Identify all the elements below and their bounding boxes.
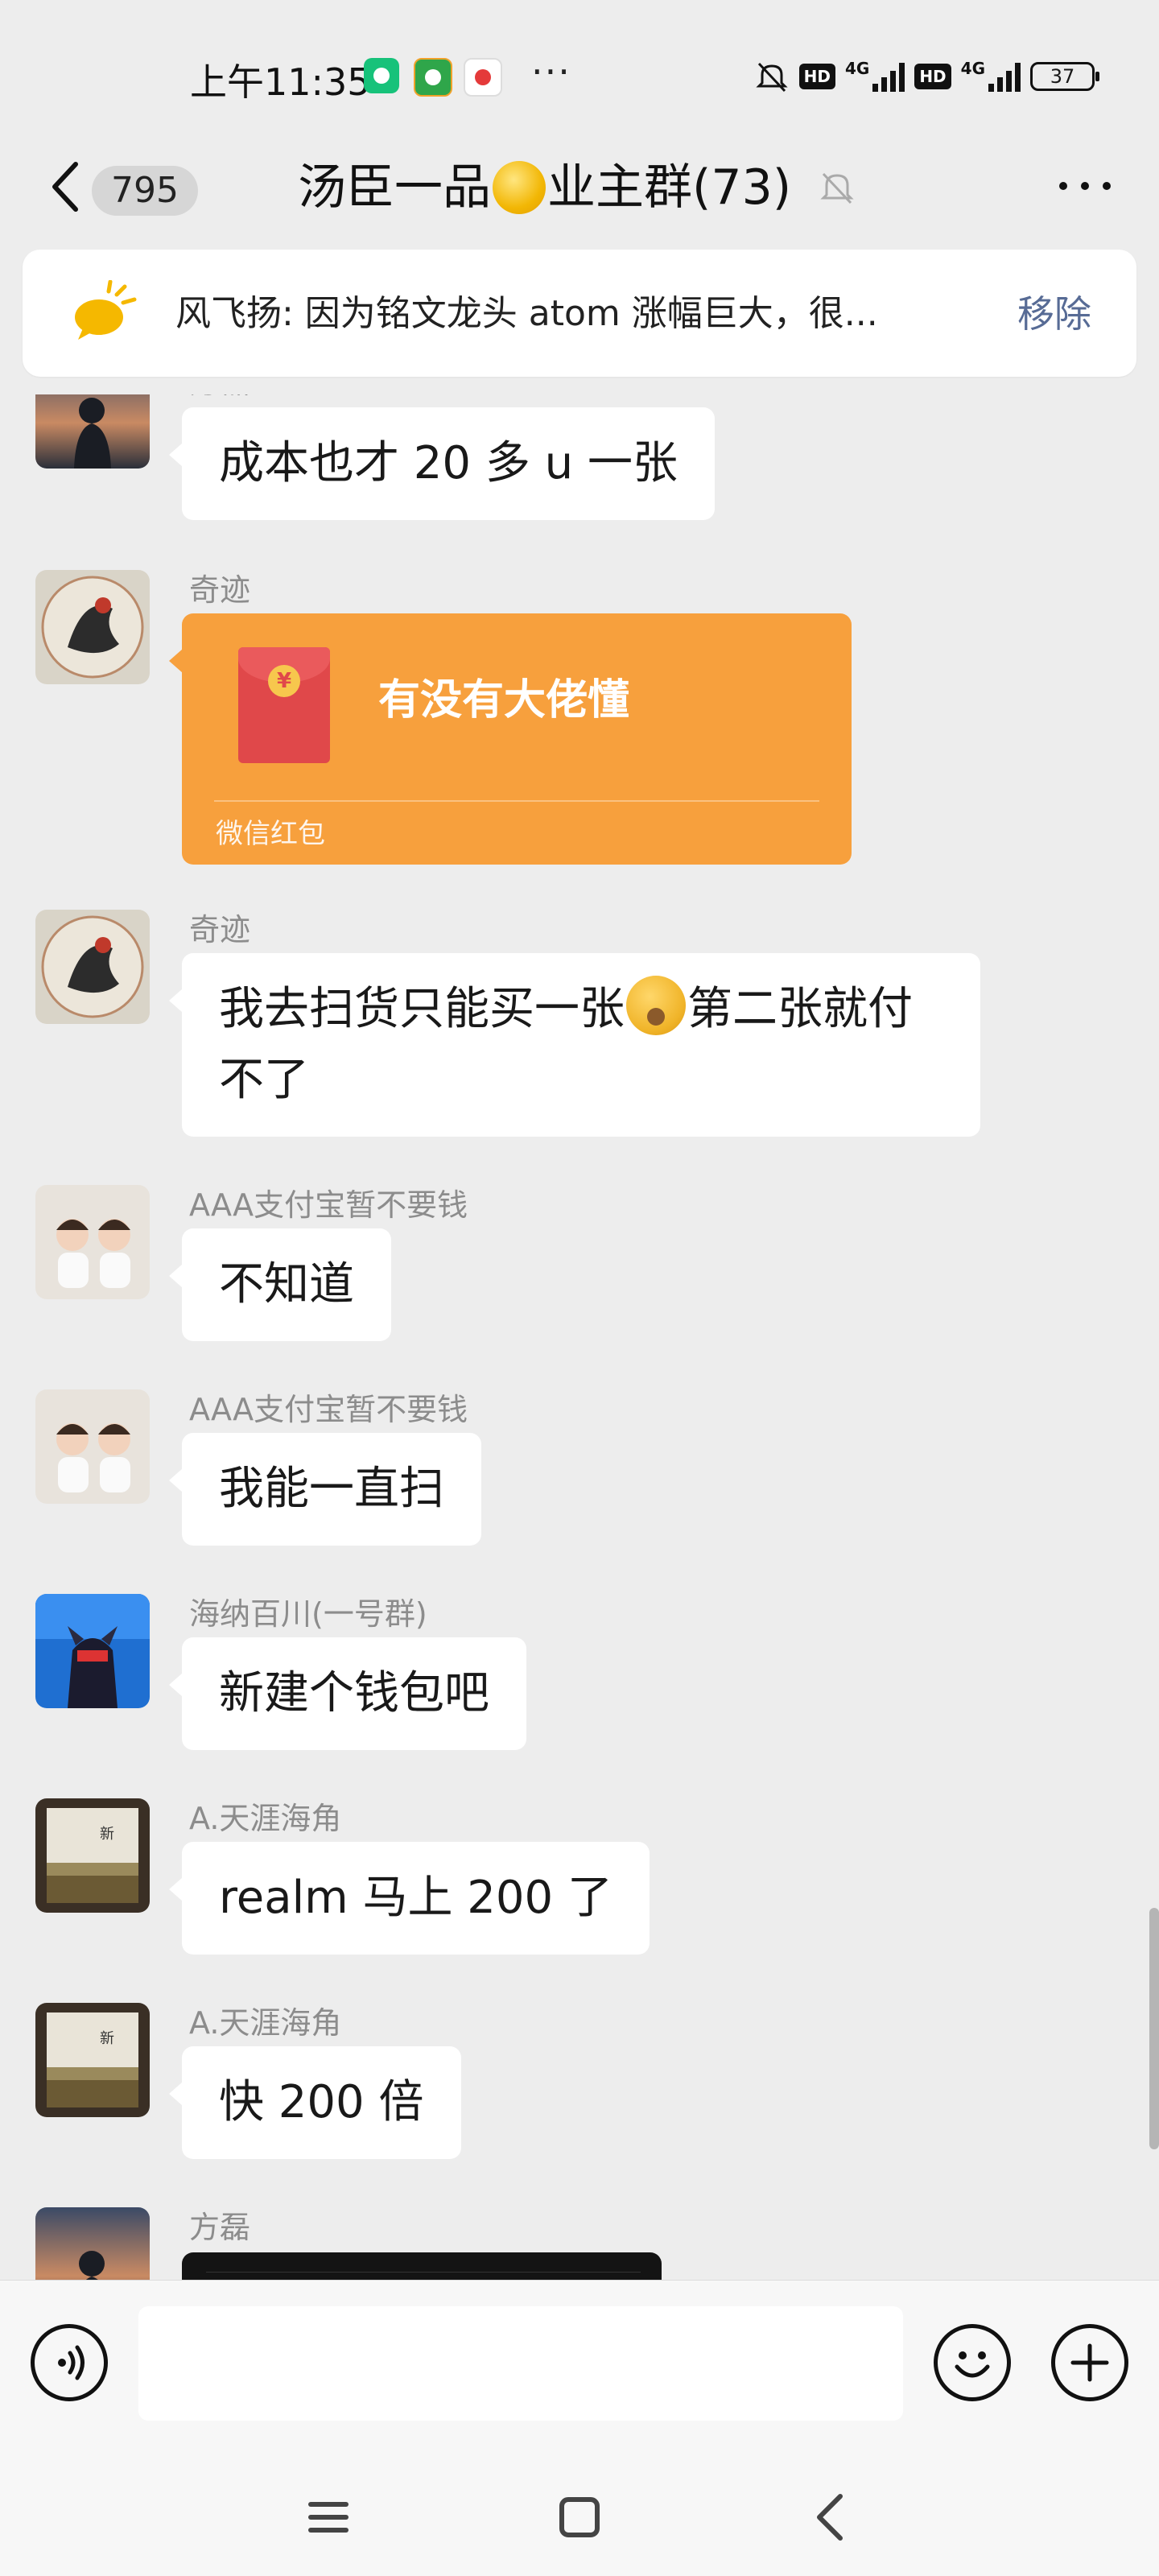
scrollbar[interactable] [1149, 1908, 1159, 2149]
status-bar: 上午11:35 ··· HD 4G HD 4G 37 [0, 0, 1159, 153]
pinned-announcement[interactable]: 风飞扬: 因为铭文龙头 atom 涨幅巨大，很... 移除 [23, 250, 1136, 377]
unread-count-badge[interactable]: 795 [92, 166, 198, 216]
vibrate-off-icon [756, 62, 788, 93]
back-arrow-icon[interactable] [42, 155, 90, 219]
message-bubble[interactable]: 不知道 [169, 1228, 391, 1341]
message-bubble[interactable]: 快 200 倍 [169, 2046, 461, 2159]
mute-bell-icon [820, 172, 854, 204]
signal-icon [872, 61, 905, 92]
sender-name: 奇迹 [189, 912, 251, 947]
red-packet-card[interactable]: ¥ 有没有大佬懂 微信红包 [169, 613, 852, 865]
sender-avatar[interactable] [35, 2207, 150, 2280]
pinned-text: 风飞扬: 因为铭文龙头 atom 涨幅巨大，很... [175, 293, 878, 334]
message-bubble[interactable]: 我去扫货只能买一张 第二张就付不了 [169, 953, 980, 1137]
sender-name: 方磊 [189, 394, 250, 402]
add-attachment-button[interactable] [1051, 2324, 1128, 2401]
message-bubble[interactable]: 我能一直扫 [169, 1433, 481, 1546]
sender-name: A.天涯海角 [189, 1801, 342, 1836]
map-app-icon [464, 58, 502, 97]
guazi-app-icon [414, 58, 452, 97]
sender-name: AAA支付宝暂不要钱 [189, 1392, 468, 1427]
menu-nav-icon[interactable] [288, 2477, 369, 2557]
sender-avatar[interactable] [35, 1389, 150, 1504]
sender-name: 海纳百川(一号群) [189, 1596, 427, 1632]
plus-icon [1070, 2343, 1109, 2382]
sender-avatar[interactable] [35, 1185, 150, 1299]
chat-title-right: 业主群(73) [547, 159, 792, 216]
sender-name: A.天涯海角 [189, 2005, 342, 2041]
shocked-emoji-icon [626, 976, 686, 1035]
sender-avatar[interactable]: 新 [35, 1798, 150, 1913]
sender-avatar[interactable] [35, 1594, 150, 1708]
network-type-2: 4G [960, 59, 985, 78]
message-bubble[interactable]: 成本也才 20 多 u 一张 [169, 407, 715, 520]
red-packet-title: 有没有大佬懂 [378, 676, 630, 724]
network-type: 4G [844, 59, 870, 78]
svg-text:新: 新 [100, 1826, 114, 1843]
smiley-icon [955, 2351, 990, 2378]
status-time: 上午11:35 [190, 60, 371, 104]
sun-emoji-icon [493, 161, 546, 214]
voice-icon [58, 2345, 85, 2380]
shield-app-icon [364, 58, 399, 93]
chat-title-left: 汤臣一品 [298, 159, 491, 216]
sender-name: 方磊 [189, 2210, 251, 2245]
svg-text:新: 新 [100, 2030, 114, 2047]
hd-badge: HD [798, 64, 835, 89]
message-bubble[interactable]: 新建个钱包吧 [169, 1637, 526, 1750]
system-nav-bar [0, 2445, 1159, 2576]
sender-avatar[interactable] [35, 394, 150, 469]
message-bubble[interactable]: realm 马上 200 了 [169, 1842, 650, 1955]
sender-avatar[interactable]: 新 [35, 2003, 150, 2117]
message-input[interactable] [138, 2306, 903, 2421]
sender-name: 奇迹 [189, 572, 251, 608]
battery-icon: 37 [1030, 62, 1099, 91]
more-options-icon[interactable] [1053, 166, 1117, 206]
chat-header: 795 汤臣一品 业主群(73) [0, 137, 1159, 242]
red-envelope-icon: ¥ [238, 647, 330, 763]
sender-name: AAA支付宝暂不要钱 [189, 1187, 468, 1223]
remove-pinned-button[interactable]: 移除 [1017, 290, 1091, 338]
sender-avatar[interactable] [35, 910, 150, 1024]
more-notifications-icon: ··· [531, 50, 571, 93]
chat-title[interactable]: 汤臣一品 业主群(73) [298, 151, 791, 224]
message-text-part1: 我去扫货只能买一张 [219, 983, 625, 1035]
input-bar [0, 2280, 1159, 2446]
image-message[interactable] [182, 2252, 662, 2280]
chat-message-list[interactable]: 方磊 成本也才 20 多 u 一张 奇迹 ¥ 有没有大佬懂 微信红包 奇迹 我去… [0, 394, 1159, 2280]
hd-badge-2: HD [914, 64, 951, 89]
red-packet-divider [214, 800, 819, 802]
signal-icon-2 [988, 61, 1021, 92]
voice-input-button[interactable] [31, 2324, 108, 2401]
sender-avatar[interactable] [35, 570, 150, 684]
home-nav-icon[interactable] [539, 2477, 620, 2557]
emoji-button[interactable] [934, 2324, 1011, 2401]
back-nav-icon[interactable] [790, 2477, 871, 2557]
chat-bubble-icon [75, 280, 137, 340]
red-packet-label: 微信红包 [216, 818, 325, 850]
